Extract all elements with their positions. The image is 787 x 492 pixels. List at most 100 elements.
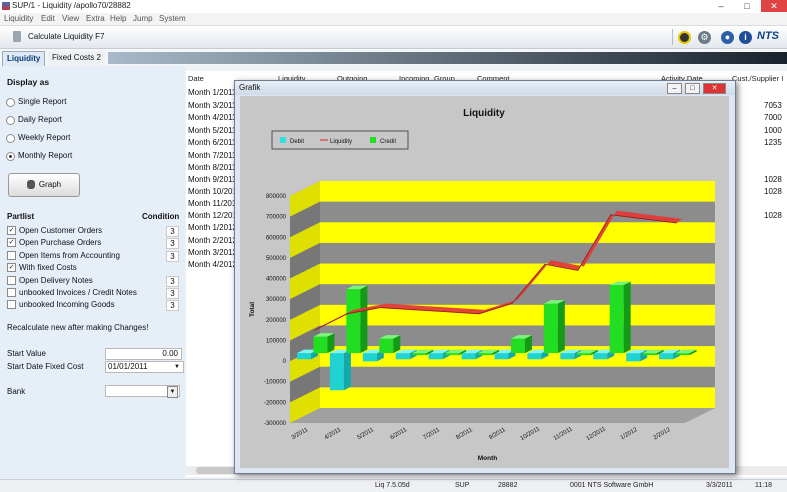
table-row[interactable]: Month 1/2012	[188, 223, 237, 232]
grafik-maximize-button[interactable]: □	[685, 83, 700, 94]
chart-band	[320, 387, 715, 408]
condition-input[interactable]: 3	[166, 238, 179, 249]
window-title-bar: SUP/1 - Liquidity /apollo70/28882 – □ ✕	[0, 0, 787, 13]
table-row[interactable]: Month 3/2012	[188, 248, 237, 257]
status-date: 3/3/2011	[706, 482, 733, 489]
gear-icon[interactable]: ⚙	[698, 31, 711, 44]
start-date-select[interactable]: 01/01/2011 ▼	[105, 361, 184, 373]
tab-fixed-costs[interactable]: Fixed Costs 2	[48, 51, 105, 65]
radio-weekly-report-label: Weekly Report	[18, 133, 71, 142]
tab-strip-decoration	[108, 52, 787, 64]
minimize-button[interactable]: –	[709, 0, 733, 12]
chart-area: Liquidity Debit Liquidity Credit 800000 70000…	[240, 96, 729, 468]
y-tick-label: 100000	[266, 338, 287, 344]
condition-input[interactable]: 3	[166, 276, 179, 287]
table-row[interactable]: Month 8/2011	[188, 163, 236, 172]
debit-bar-front	[560, 353, 575, 360]
radio-monthly-report[interactable]	[6, 152, 15, 161]
close-button[interactable]: ✕	[761, 0, 787, 12]
partlist-item-label: unbooked Invoices / Credit Notes	[19, 288, 137, 297]
chart-band	[320, 263, 715, 285]
status-version: Liq 7.5.05d	[375, 482, 410, 489]
table-row[interactable]: Month 3/2011	[188, 101, 236, 110]
x-tick-label: 11/2011	[553, 426, 575, 442]
credit-bar-front	[609, 284, 624, 354]
table-cell: 7053	[764, 101, 782, 110]
x-tick-label: 4/2011	[324, 427, 343, 441]
menu-view[interactable]: View	[62, 14, 79, 23]
bank-label: Bank	[7, 387, 26, 396]
credit-bar	[313, 333, 335, 354]
credit-bar-side	[327, 333, 335, 354]
menu-liquidity[interactable]: Liquidity	[4, 14, 33, 23]
table-cell: 1000	[764, 126, 782, 135]
graph-button[interactable]: Graph	[8, 173, 80, 197]
radio-single-report[interactable]	[6, 98, 15, 107]
tab-liquidity[interactable]: Liquidity	[2, 51, 46, 66]
table-row[interactable]: Month 2/2012	[188, 236, 237, 245]
condition-input[interactable]: 3	[166, 226, 179, 237]
table-row[interactable]: Month 12/2011	[188, 211, 241, 220]
checkbox-open-purchase-orders[interactable]: ✓	[7, 238, 16, 247]
table-cell: 7000	[764, 113, 782, 122]
table-cell: 1028	[764, 175, 782, 184]
table-row[interactable]: Month 5/2011	[188, 126, 236, 135]
grafik-minimize-button[interactable]: –	[667, 83, 682, 94]
menu-jump[interactable]: Jump	[133, 14, 153, 23]
partlist-item-label: Open Items from Accounting	[19, 251, 120, 260]
chart-band	[320, 181, 715, 202]
camera-icon[interactable]	[678, 31, 691, 44]
condition-input[interactable]: 3	[166, 288, 179, 299]
table-row[interactable]: Month 4/2011	[188, 113, 236, 122]
menu-extra[interactable]: Extra	[86, 14, 105, 23]
column-header-cust-supplier[interactable]: Cust./Supplier I	[732, 74, 783, 83]
checkbox-open-items-accounting[interactable]	[7, 251, 16, 260]
radio-daily-report[interactable]	[6, 116, 15, 125]
menu-system[interactable]: System	[159, 14, 186, 23]
condition-input[interactable]: 3	[166, 251, 179, 262]
checkbox-unbooked-invoices[interactable]	[7, 288, 16, 297]
credit-bar-side	[623, 281, 631, 354]
table-row[interactable]: Month 9/2011	[188, 175, 236, 184]
y-tick-label: 300000	[266, 297, 287, 303]
checkbox-open-customer-orders[interactable]: ✓	[7, 226, 16, 235]
table-row[interactable]: Month 11/2011	[188, 199, 240, 208]
chevron-down-icon[interactable]: ▼	[167, 386, 178, 398]
table-row[interactable]: Month 10/2011	[188, 187, 241, 196]
start-value-input[interactable]: 0.00	[105, 348, 182, 360]
x-tick-label: 3/2011	[291, 427, 310, 441]
table-row[interactable]: Month 4/2012	[188, 260, 237, 269]
table-row[interactable]: Month 6/2011	[188, 138, 236, 147]
debit-bar-front	[527, 353, 542, 360]
x-tick-label: 9/2011	[488, 427, 507, 441]
radio-weekly-report[interactable]	[6, 134, 15, 143]
debit-bar-front	[461, 353, 476, 360]
bank-select[interactable]: ▼	[105, 385, 180, 398]
table-cell: 1028	[764, 211, 782, 220]
partlist-item-label: With fixed Costs	[19, 263, 77, 272]
menu-help[interactable]: Help	[110, 14, 126, 23]
legend-label-liquidity: Liquidity	[330, 139, 352, 145]
user-icon[interactable]: ●	[721, 31, 734, 44]
partlist-item-label: unbooked Incoming Goods	[19, 300, 115, 309]
table-row[interactable]: Month 1/2011	[188, 88, 236, 97]
calculate-liquidity-button[interactable]: Calculate Liquidity F7	[28, 32, 104, 41]
x-tick-label: 8/2011	[455, 427, 474, 441]
checkbox-unbooked-incoming-goods[interactable]	[7, 300, 16, 309]
info-icon[interactable]: i	[739, 31, 752, 44]
maximize-button[interactable]: □	[735, 0, 759, 12]
table-row[interactable]: Month 7/2011	[188, 151, 236, 160]
column-header-date[interactable]: Date	[188, 74, 204, 83]
legend-swatch-credit	[370, 137, 376, 143]
toolbar-divider	[672, 29, 673, 45]
legend-label-credit: Credit	[380, 139, 396, 145]
x-axis-label: Month	[478, 455, 498, 462]
menu-edit[interactable]: Edit	[41, 14, 55, 23]
checkbox-open-delivery-notes[interactable]	[7, 276, 16, 285]
chevron-down-icon: ▼	[174, 364, 180, 370]
condition-input[interactable]: 3	[166, 300, 179, 311]
checkbox-with-fixed-costs[interactable]: ✓	[7, 263, 16, 272]
credit-bar-front	[510, 338, 525, 354]
grafik-close-button[interactable]: ✕	[703, 83, 726, 94]
x-tick-label: 5/2011	[357, 427, 376, 441]
